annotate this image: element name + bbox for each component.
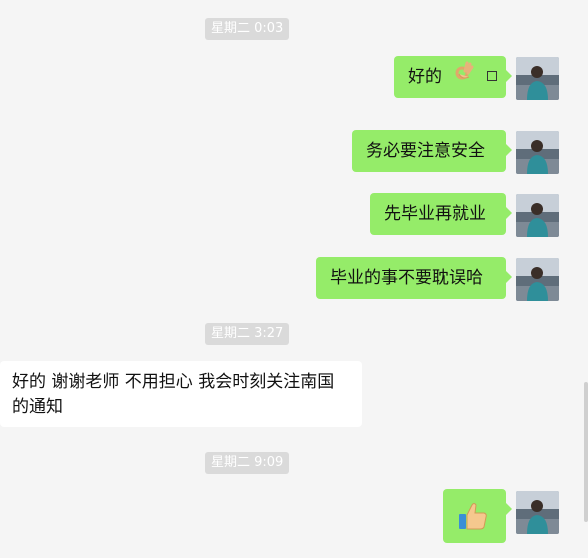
timestamp: 星期二 3:27 (205, 323, 290, 345)
message-text: 好的 (408, 67, 442, 87)
scrollbar[interactable] (584, 382, 588, 522)
avatar[interactable] (516, 57, 559, 100)
message-bubble-outgoing[interactable] (443, 489, 512, 543)
avatar[interactable] (516, 258, 559, 301)
chat-area: 星期二 0:03 好的 务必要注意安全 先毕业再就业 毕业的事不要耽误哈 星期二… (0, 0, 588, 558)
message-bubble-outgoing[interactable]: 好的 (394, 56, 512, 98)
ok-hand-icon (453, 56, 475, 98)
message-text: 务必要注意安全 (366, 141, 485, 161)
unknown-glyph-icon (486, 71, 497, 81)
avatar[interactable] (516, 491, 559, 534)
message-bubble-outgoing[interactable]: 毕业的事不要耽误哈 (316, 257, 512, 299)
message-bubble-outgoing[interactable]: 务必要注意安全 (352, 130, 512, 172)
avatar[interactable] (516, 194, 559, 237)
message-text: 先毕业再就业 (384, 204, 486, 224)
avatar[interactable] (516, 131, 559, 174)
message-bubble-incoming[interactable]: 好的 谢谢老师 不用担心 我会时刻关注南国的通知 (0, 361, 362, 427)
message-bubble-outgoing[interactable]: 先毕业再就业 (370, 193, 512, 235)
timestamp: 星期二 9:09 (205, 452, 290, 474)
timestamp: 星期二 0:03 (205, 18, 290, 40)
thumbs-up-icon (457, 500, 489, 548)
message-text: 好的 谢谢老师 不用担心 我会时刻关注南国的通知 (12, 372, 335, 417)
message-text: 毕业的事不要耽误哈 (330, 268, 483, 288)
